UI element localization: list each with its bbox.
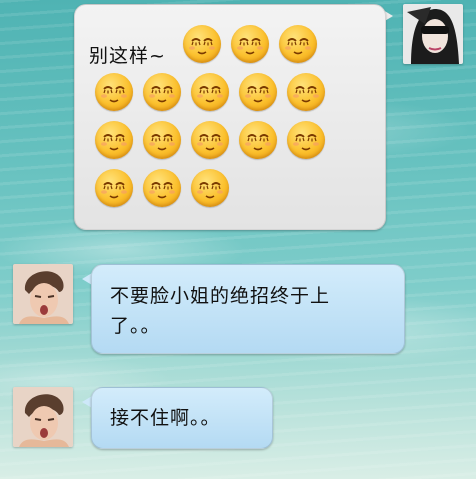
message-text: 接不住啊。。 xyxy=(110,407,221,429)
closed-eyes-smile-icon xyxy=(183,25,221,63)
friend-avatar[interactable] xyxy=(13,264,73,324)
closed-eyes-smile-icon xyxy=(279,25,317,63)
closed-eyes-smile-icon xyxy=(95,121,133,159)
closed-eyes-smile-icon xyxy=(143,169,181,207)
friend-avatar[interactable] xyxy=(13,387,73,447)
outgoing-message-bubble[interactable]: 别这样~ xyxy=(74,4,386,230)
closed-eyes-smile-icon xyxy=(143,121,181,159)
closed-eyes-smile-icon xyxy=(143,73,181,111)
message-text: 别这样~ xyxy=(89,45,166,67)
closed-eyes-smile-icon xyxy=(287,121,325,159)
closed-eyes-smile-icon xyxy=(191,121,229,159)
closed-eyes-smile-icon xyxy=(287,73,325,111)
my-avatar[interactable] xyxy=(403,4,463,64)
closed-eyes-smile-icon xyxy=(239,73,277,111)
closed-eyes-smile-icon xyxy=(191,73,229,111)
message-text-line2: 了。。 xyxy=(110,315,161,337)
closed-eyes-smile-icon xyxy=(239,121,277,159)
closed-eyes-smile-icon xyxy=(231,25,269,63)
incoming-message-bubble[interactable]: 不要脸小姐的绝招终于上 了。。 xyxy=(91,264,405,354)
incoming-message-bubble[interactable]: 接不住啊。。 xyxy=(91,387,273,449)
closed-eyes-smile-icon xyxy=(191,169,229,207)
closed-eyes-smile-icon xyxy=(95,169,133,207)
message-text-line1: 不要脸小姐的绝招终于上 xyxy=(110,285,331,307)
closed-eyes-smile-icon xyxy=(95,73,133,111)
